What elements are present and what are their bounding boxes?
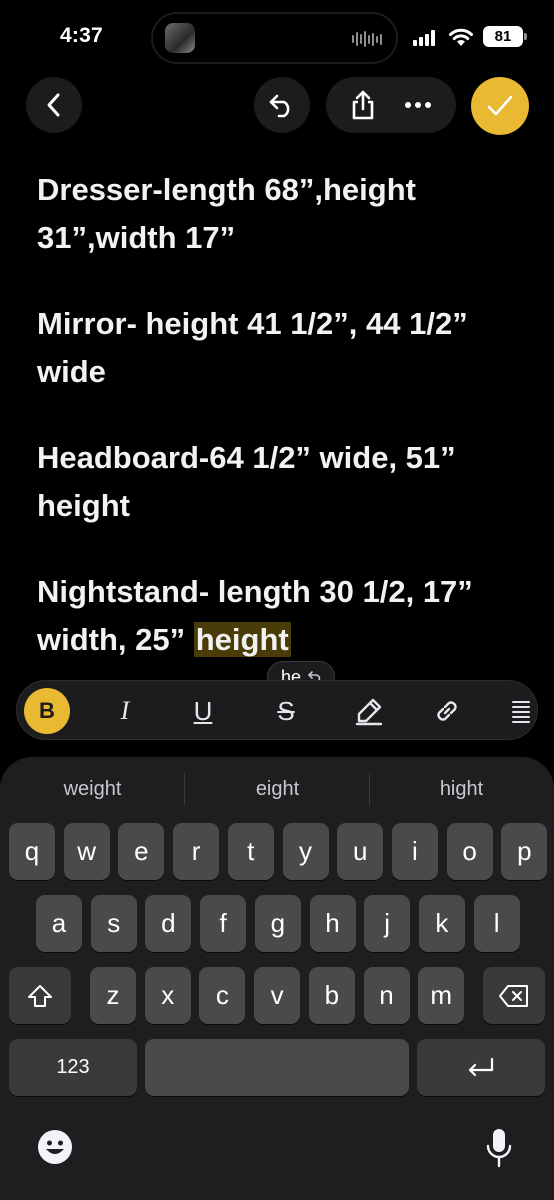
shift-icon bbox=[28, 984, 52, 1007]
underline-button[interactable]: U bbox=[179, 681, 227, 741]
return-key[interactable] bbox=[417, 1039, 545, 1096]
more-button[interactable] bbox=[404, 101, 432, 109]
note-line-mirror: Mirror- height 41 1/2”, 44 1/2” wide bbox=[37, 306, 468, 389]
key-f[interactable]: f bbox=[200, 895, 247, 952]
highlighter-icon bbox=[355, 698, 383, 726]
chevron-left-icon bbox=[47, 93, 60, 117]
key-o[interactable]: o bbox=[446, 823, 493, 880]
key-t[interactable]: t bbox=[227, 823, 274, 880]
dictation-button[interactable] bbox=[486, 1128, 512, 1168]
emoji-icon bbox=[38, 1130, 72, 1164]
key-i[interactable]: i bbox=[391, 823, 438, 880]
strikethrough-icon: S bbox=[277, 695, 295, 726]
key-w[interactable]: w bbox=[63, 823, 110, 880]
more-horizontal-icon bbox=[405, 102, 431, 108]
cellular-signal-icon bbox=[413, 30, 435, 46]
note-line-dresser: Dresser-length 68”,height 31”,width 17” bbox=[37, 172, 416, 255]
italic-button[interactable]: I bbox=[101, 681, 149, 741]
key-y[interactable]: y bbox=[282, 823, 329, 880]
dynamic-island[interactable] bbox=[151, 12, 398, 64]
formatting-toolbar: B I U S bbox=[16, 680, 538, 740]
back-button[interactable] bbox=[26, 77, 82, 133]
delete-key[interactable] bbox=[483, 967, 545, 1024]
return-icon bbox=[468, 1057, 494, 1076]
share-button[interactable] bbox=[350, 90, 376, 120]
done-button[interactable] bbox=[471, 77, 529, 135]
list-icon bbox=[512, 701, 530, 723]
actions-pill bbox=[326, 77, 456, 133]
key-b[interactable]: b bbox=[308, 967, 355, 1024]
key-p[interactable]: p bbox=[501, 823, 548, 880]
space-key[interactable] bbox=[145, 1039, 409, 1096]
key-k[interactable]: k bbox=[418, 895, 465, 952]
key-r[interactable]: r bbox=[173, 823, 220, 880]
key-q[interactable]: q bbox=[9, 823, 55, 880]
key-x[interactable]: x bbox=[144, 967, 191, 1024]
key-l[interactable]: l bbox=[473, 895, 520, 952]
status-time: 4:37 bbox=[60, 24, 103, 47]
key-e[interactable]: e bbox=[118, 823, 165, 880]
underline-icon: U bbox=[193, 695, 213, 726]
delete-icon bbox=[499, 984, 528, 1007]
share-icon bbox=[352, 90, 374, 120]
selected-word[interactable]: height bbox=[193, 622, 291, 657]
key-n[interactable]: n bbox=[363, 967, 410, 1024]
battery-indicator: 81 bbox=[483, 26, 527, 47]
key-s[interactable]: s bbox=[90, 895, 137, 952]
key-z[interactable]: z bbox=[90, 967, 136, 1024]
suggestion-eight[interactable]: eight bbox=[185, 763, 370, 815]
key-j[interactable]: j bbox=[364, 895, 411, 952]
suggestion-weight[interactable]: weight bbox=[0, 763, 185, 815]
bold-icon: B bbox=[24, 688, 70, 734]
checkmark-icon bbox=[487, 95, 513, 116]
key-m[interactable]: m bbox=[418, 967, 465, 1024]
numbers-key[interactable]: 123 bbox=[9, 1039, 137, 1096]
undo-icon bbox=[269, 94, 290, 118]
italic-icon: I bbox=[120, 696, 130, 725]
key-v[interactable]: v bbox=[254, 967, 301, 1024]
shift-key[interactable] bbox=[9, 967, 71, 1024]
strikethrough-button[interactable]: S bbox=[262, 681, 310, 741]
wifi-icon bbox=[449, 28, 473, 46]
key-g[interactable]: g bbox=[254, 895, 301, 952]
key-c[interactable]: c bbox=[199, 967, 246, 1024]
emoji-button[interactable] bbox=[37, 1129, 73, 1165]
key-d[interactable]: d bbox=[145, 895, 192, 952]
key-u[interactable]: u bbox=[337, 823, 384, 880]
list-button[interactable] bbox=[501, 681, 541, 741]
note-body[interactable]: Dresser-length 68”,height 31”,width 17” … bbox=[37, 166, 507, 664]
note-line-nightstand: Nightstand- length 30 1/2, 17” width, 25… bbox=[37, 568, 507, 664]
audio-waveform-icon bbox=[352, 30, 382, 48]
undo-button[interactable] bbox=[254, 77, 310, 133]
link-button[interactable] bbox=[423, 681, 471, 741]
key-h[interactable]: h bbox=[309, 895, 356, 952]
link-icon bbox=[437, 701, 457, 721]
suggestion-hight[interactable]: hight bbox=[369, 763, 554, 815]
microphone-icon bbox=[486, 1129, 512, 1168]
highlighter-button[interactable] bbox=[345, 681, 393, 741]
now-playing-thumbnail bbox=[165, 23, 195, 53]
note-line-headboard: Headboard-64 1/2” wide, 51” height bbox=[37, 440, 456, 523]
key-a[interactable]: a bbox=[36, 895, 82, 952]
bold-button[interactable]: B bbox=[23, 681, 71, 741]
